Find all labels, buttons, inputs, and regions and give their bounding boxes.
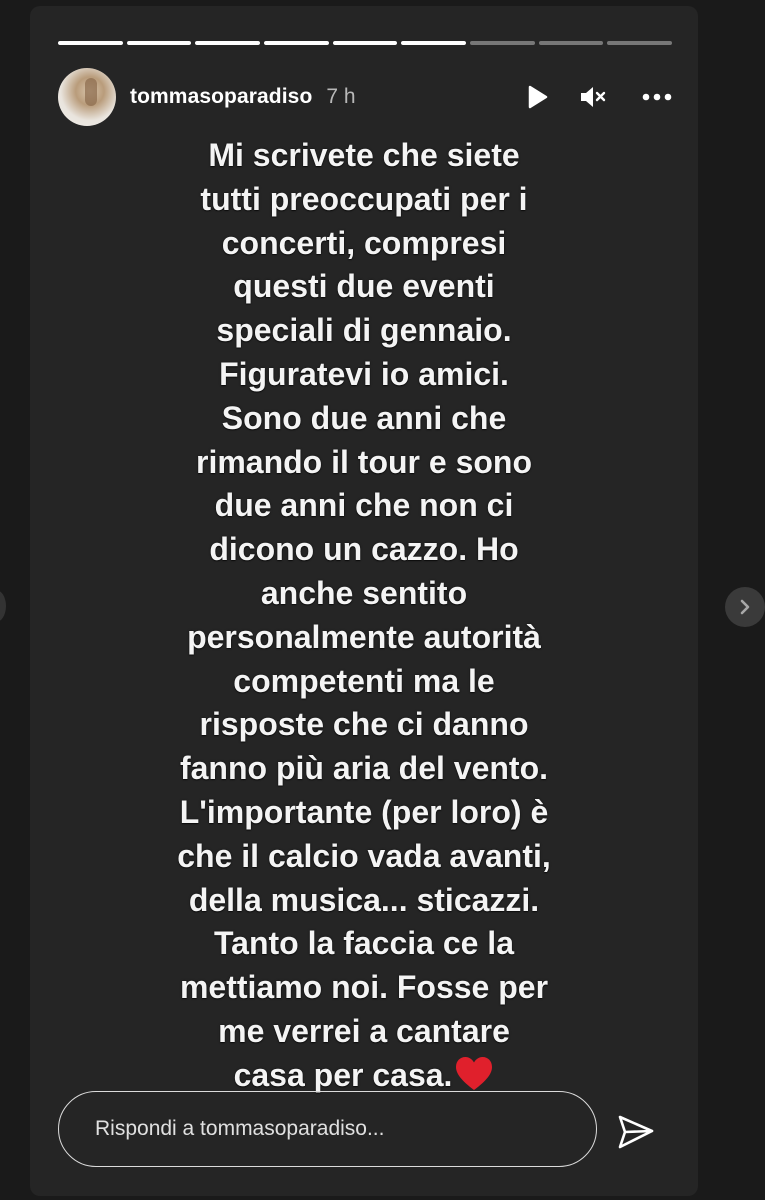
progress-segment	[401, 41, 467, 45]
story-text-line: Figuratevi io amici.	[219, 355, 509, 392]
progress-segment	[195, 41, 261, 45]
speaker-muted-icon[interactable]	[578, 82, 608, 112]
story-card[interactable]: tommasoparadiso 7 h Mi scrivete che siet…	[30, 6, 698, 1196]
progress-segment	[538, 41, 604, 45]
reply-box[interactable]	[58, 1091, 597, 1167]
post-time: 7 h	[326, 85, 356, 108]
story-controls	[522, 82, 672, 112]
story-text-line: Mi scrivete che siete	[208, 137, 520, 173]
story-text-line: speciali di gennaio.	[216, 312, 512, 349]
more-options-icon[interactable]	[642, 82, 672, 112]
story-text-line: me verrei a cantare	[218, 1012, 510, 1049]
reply-input[interactable]	[95, 1117, 555, 1141]
story-text-line: Tanto la faccia ce la	[214, 925, 514, 962]
progress-segment	[470, 41, 535, 45]
story-text-line: dicono un cazzo. Ho	[209, 531, 519, 568]
red-heart-emoji	[456, 1056, 493, 1090]
progress-segment-fill	[195, 41, 261, 45]
progress-segment	[126, 41, 192, 45]
story-text-line: due anni che non ci	[214, 487, 514, 524]
story-text-line: anche sentito	[260, 574, 468, 611]
story-text-line: risposte che ci danno	[199, 706, 529, 743]
story-text-line: personalmente autorità	[187, 618, 541, 655]
story-text-line: tutti preoccupati per i	[200, 180, 528, 217]
previous-story-button[interactable]	[0, 590, 6, 622]
story-text-line: della musica... sticazzi.	[188, 881, 540, 918]
story-text-line: mettiamo noi. Fosse per	[179, 969, 549, 1006]
story-text-line: Sono due anni che	[221, 399, 507, 436]
username[interactable]: tommasoparadiso	[130, 85, 312, 109]
progress-segment-fill	[58, 41, 123, 45]
story-text-line: che il calcio vada avanti,	[177, 837, 551, 874]
progress-segment	[264, 41, 329, 45]
story-text-line: L'importante (per loro) è	[179, 793, 549, 830]
story-text-line: fanno più aria del vento.	[179, 750, 549, 787]
story-header: tommasoparadiso 7 h	[58, 68, 672, 126]
avatar[interactable]	[58, 68, 116, 126]
story-text-line: rimando il tour e sono	[195, 443, 532, 480]
progress-segment	[607, 41, 673, 45]
story-text: Mi scrivete che siete tutti preoccupati p…	[70, 134, 658, 1098]
chevron-right-icon[interactable]	[725, 587, 765, 627]
progress-segment-fill	[126, 41, 192, 45]
story-text-line: competenti ma le	[233, 662, 495, 699]
progress-segment	[332, 41, 398, 45]
progress-segment-fill	[264, 41, 329, 45]
story-text-line: concerti, compresi	[221, 224, 507, 261]
send-paper-plane-icon[interactable]	[616, 1113, 656, 1151]
play-icon[interactable]	[522, 82, 552, 112]
progress-segment-fill	[332, 41, 398, 45]
story-progress-bar	[58, 41, 673, 45]
progress-segment-fill	[401, 41, 467, 45]
progress-segment	[58, 41, 123, 45]
story-viewer: tommasoparadiso 7 h Mi scrivete che siet…	[0, 0, 765, 1200]
story-text-line: questi due eventi	[233, 268, 495, 305]
